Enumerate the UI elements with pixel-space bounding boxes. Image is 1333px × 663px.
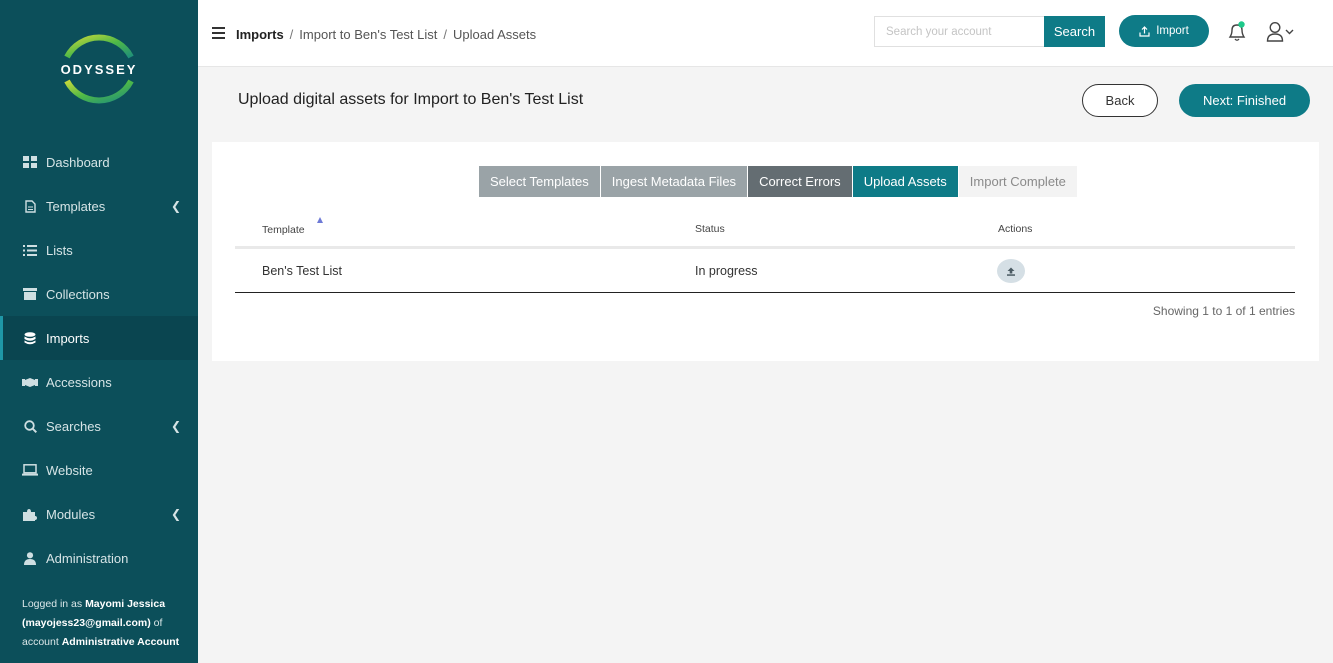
odyssey-logo[interactable]: ODYSSEY [57, 27, 141, 111]
column-header-status[interactable]: Status [695, 223, 725, 235]
chevron-left-icon: ❮ [170, 419, 181, 433]
upload-icon [1139, 25, 1150, 37]
hamburger-menu-icon[interactable] [212, 27, 225, 39]
login-info: Logged in as Mayomi Jessica (mayojess23@… [22, 595, 187, 652]
sidebar-item-label: Imports [46, 330, 90, 346]
handshake-icon [22, 375, 38, 389]
step-correct-errors[interactable]: Correct Errors [748, 166, 853, 197]
sidebar-item-accessions[interactable]: Accessions [0, 360, 198, 404]
database-icon [22, 331, 38, 345]
sidebar-item-lists[interactable]: Lists [0, 228, 198, 272]
login-user-email: (mayojess23@gmail.com) [22, 617, 151, 629]
search-button[interactable]: Search [1044, 16, 1105, 47]
import-button[interactable]: Import [1119, 15, 1209, 47]
breadcrumb-import[interactable]: Import to Ben's Test List [299, 27, 437, 42]
user-icon [22, 551, 38, 565]
breadcrumb-separator: / [289, 27, 294, 42]
sidebar-item-searches[interactable]: Searches ❮ [0, 404, 198, 448]
row-template-name: Ben's Test List [262, 264, 342, 278]
row-status: In progress [695, 264, 758, 278]
breadcrumb: Imports / Import to Ben's Test List / Upload… [236, 27, 536, 42]
sidebar-item-dashboard[interactable]: Dashboard [0, 140, 198, 184]
top-bar: Imports / Import to Ben's Test List / Upload… [198, 0, 1333, 67]
table-entries-info: Showing 1 to 1 of 1 entries [1152, 304, 1295, 318]
login-user-name: Mayomi Jessica [85, 598, 166, 610]
upload-assets-action-button[interactable] [997, 259, 1025, 283]
import-steps: Select Templates Ingest Metadata Files C… [479, 166, 1077, 197]
sidebar-item-label: Website [46, 462, 93, 478]
user-menu[interactable] [1266, 21, 1298, 43]
sidebar-item-label: Accessions [46, 374, 112, 390]
archive-icon [22, 287, 38, 301]
breadcrumb-imports[interactable]: Imports [236, 27, 284, 42]
next-finished-button[interactable]: Next: Finished [1179, 84, 1310, 117]
bell-icon[interactable] [1226, 20, 1248, 44]
sidebar-item-administration[interactable]: Administration [0, 536, 198, 580]
dashboard-icon [22, 155, 38, 169]
chevron-left-icon: ❮ [170, 199, 181, 213]
list-icon [22, 243, 38, 257]
page-title: Upload digital assets for Import to Ben'… [238, 91, 584, 108]
sidebar-item-label: Searches [46, 418, 101, 434]
table-header: Template Status Actions [235, 216, 1295, 249]
sidebar-item-collections[interactable]: Collections [0, 272, 198, 316]
sidebar-item-label: Lists [46, 242, 73, 258]
sidebar-item-label: Collections [46, 286, 110, 302]
sidebar-nav: Dashboard Templates ❮ Lists Collections [0, 140, 198, 580]
step-upload-assets[interactable]: Upload Assets [852, 166, 959, 197]
templates-table: Template Status Actions Ben's Test List … [235, 216, 1295, 318]
login-account-name: Administrative Account [61, 636, 180, 648]
sort-ascending-icon[interactable] [317, 217, 323, 223]
import-button-label: Import [1156, 25, 1189, 37]
sidebar-item-label: Modules [46, 506, 96, 522]
sidebar-item-modules[interactable]: Modules ❮ [0, 492, 198, 536]
upload-panel: Select Templates Ingest Metadata Files C… [212, 142, 1319, 361]
logo-text: ODYSSEY [60, 62, 138, 77]
sidebar-item-label: Templates [46, 198, 106, 214]
document-icon [22, 199, 38, 213]
back-button[interactable]: Back [1082, 84, 1158, 117]
laptop-icon [22, 463, 38, 477]
breadcrumb-separator: / [443, 27, 448, 42]
search-icon [22, 419, 38, 433]
puzzle-icon [22, 507, 38, 521]
sidebar-item-imports[interactable]: Imports [0, 316, 198, 360]
column-header-actions: Actions [998, 223, 1033, 235]
sidebar-item-website[interactable]: Website [0, 448, 198, 492]
sidebar-item-label: Administration [46, 550, 129, 566]
step-import-complete: Import Complete [958, 166, 1077, 197]
sidebar: ODYSSEY Dashboard Templates ❮ Lists Coll… [0, 0, 198, 663]
chevron-left-icon: ❮ [170, 507, 181, 521]
breadcrumb-current: Upload Assets [453, 27, 537, 42]
login-prefix: Logged in as [22, 598, 86, 610]
step-select-templates[interactable]: Select Templates [479, 166, 601, 197]
column-header-template[interactable]: Template [262, 224, 305, 236]
sidebar-item-templates[interactable]: Templates ❮ [0, 184, 198, 228]
table-row: Ben's Test List In progress [235, 249, 1295, 293]
sidebar-item-label: Dashboard [46, 154, 110, 170]
step-ingest-metadata-files[interactable]: Ingest Metadata Files [600, 166, 749, 197]
user-avatar-icon [1266, 21, 1294, 42]
column-header-label: Template [262, 224, 305, 236]
upload-icon [1007, 267, 1015, 276]
search-input[interactable] [874, 16, 1044, 47]
